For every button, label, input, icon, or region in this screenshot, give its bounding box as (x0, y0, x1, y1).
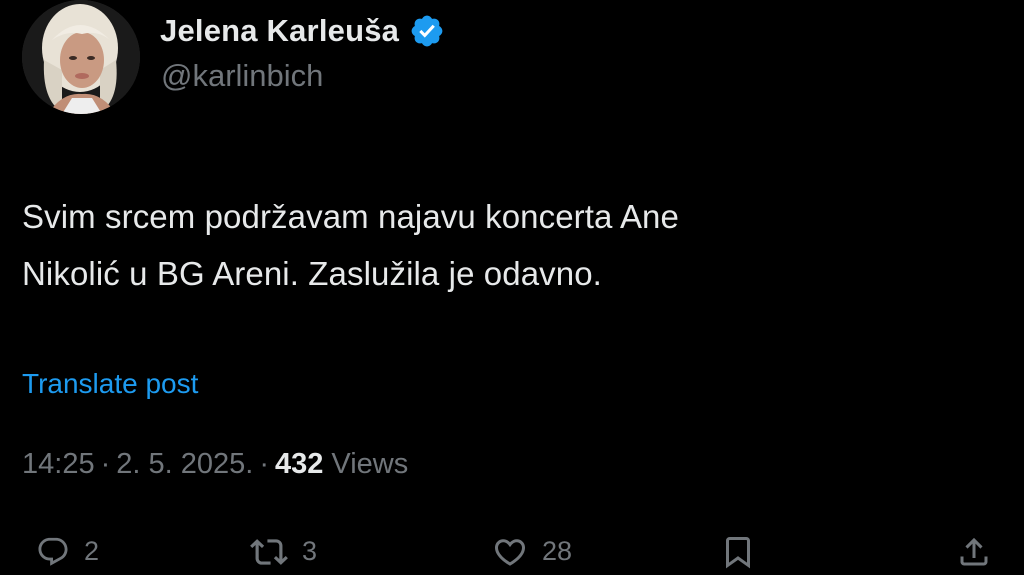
verified-badge-icon[interactable] (409, 13, 445, 49)
author-display-name[interactable]: Jelena Karleuša (160, 13, 399, 49)
views-count[interactable]: 432 (275, 448, 331, 481)
action-bar: 2 3 28 (0, 528, 1024, 575)
avatar-image (22, 0, 140, 114)
share-icon (960, 537, 988, 565)
post-time[interactable]: 14:25 (22, 448, 95, 481)
like-count: 28 (542, 536, 573, 566)
translate-post-link[interactable]: Translate post (22, 368, 198, 400)
post-text: Svim srcem podržavam najavu koncerta Ane… (22, 188, 982, 302)
repost-button[interactable]: 3 (250, 528, 317, 575)
share-button[interactable] (956, 528, 992, 575)
heart-icon (494, 538, 526, 566)
reply-button[interactable]: 2 (36, 528, 99, 575)
views-label: Views (331, 448, 409, 480)
post-date[interactable]: 2. 5. 2025. (116, 448, 253, 481)
meta-separator: · (259, 448, 269, 480)
post: Jelena Karleuša @karlinbich Svim srcem p… (0, 0, 1024, 575)
author-avatar[interactable] (22, 0, 140, 114)
post-text-line: Nikolić u BG Areni. Zaslužila je odavno. (22, 255, 602, 292)
post-text-line: Svim srcem podržavam najavu koncerta Ane (22, 198, 679, 235)
author-name-row: Jelena Karleuša (160, 8, 445, 54)
meta-separator: · (100, 448, 111, 480)
repost-icon (250, 538, 288, 565)
author-handle[interactable]: @karlinbich (161, 58, 323, 94)
bookmark-icon (726, 536, 750, 568)
reply-count: 2 (84, 536, 100, 566)
bookmark-button[interactable] (720, 528, 756, 575)
reply-icon (38, 537, 68, 566)
like-button[interactable]: 28 (492, 528, 572, 575)
repost-count: 3 (302, 536, 318, 566)
post-metadata: 14:25 · 2. 5. 2025. · 432 Views (22, 448, 408, 481)
